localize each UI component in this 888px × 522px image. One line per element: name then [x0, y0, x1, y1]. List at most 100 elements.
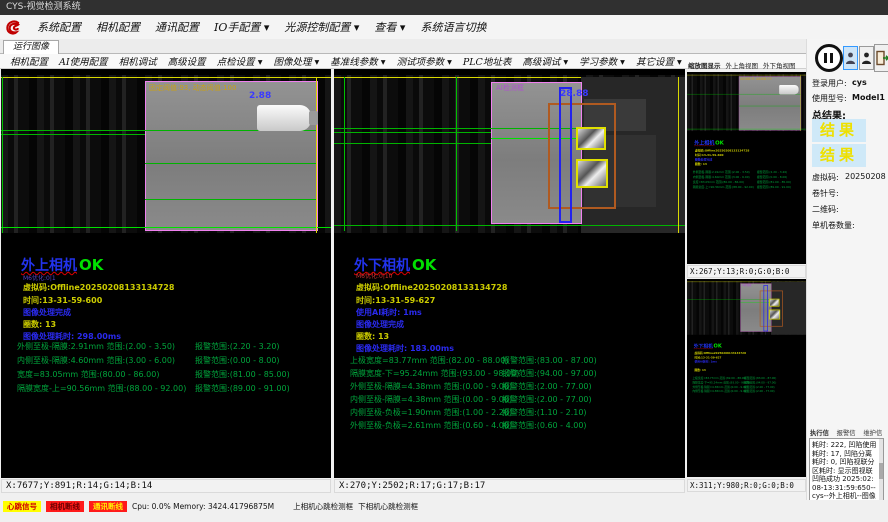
tool-advanced-debug[interactable]: 高级调试 ▾ [522, 54, 568, 68]
log-scrollbar[interactable] [879, 439, 883, 505]
pixel-coord-bar-lower: X:270;Y:2502;R:17;G:17;B:17 [334, 479, 685, 493]
overlay-green-line [2, 77, 3, 233]
preview-tab-zoom[interactable]: 缩放图显示 [688, 60, 721, 70]
measure-row: 隔膜宽度-上=90.56mm 范围:(88.00 - 92.00)报警范围:(8… [1, 383, 331, 395]
tool-ai-config[interactable]: AI使用配置 [59, 54, 108, 68]
camera-view-upper[interactable]: 固定阈值:93, 动态阈值:100 2.88 外上相机OK M6优化:0|1 虚… [1, 69, 331, 478]
window-title: CYS-视觉检测系统 [6, 2, 81, 12]
overlay-yellow-line [678, 77, 679, 233]
gripper-tip [309, 111, 318, 125]
operator-button[interactable] [859, 46, 874, 70]
ok-status: OK [412, 256, 436, 274]
camera-offline-badge: 相机断线 [46, 501, 84, 512]
menubar: 系统配置 相机配置 通讯配置 IO手配置 ▾ 光源控制配置 ▾ 查看 ▾ 系统语… [0, 15, 888, 40]
cpu-memory-text: Cpu: 0.0% Memory: 3424.41796875M [132, 502, 274, 511]
tool-advanced-settings[interactable]: 高级设置 [168, 54, 206, 68]
tool-learning-params[interactable]: 学习参数 ▾ [579, 54, 625, 68]
gripper-part [257, 105, 311, 131]
virtual-code-label: 虚拟码: [812, 172, 839, 183]
roi-blue-box [559, 87, 572, 223]
overlay-green-line [145, 163, 316, 164]
ai-box-label: AI检测框 [496, 83, 524, 93]
measure-row: 上极宽度=83.77mm 范围:(82.00 - 88.00)报警范围:(83.… [334, 355, 685, 367]
measure-row: 外侧至极-隔膜=4.38mm 范围:(0.00 - 9.00)报警范围:(2.0… [334, 381, 685, 393]
turn-count-line: 圈数: 13 [356, 331, 389, 342]
camera-subtitle: M6优化:0|10 [356, 271, 393, 280]
heartbeat-badge: 心跳信号 [3, 501, 41, 512]
preview-tabs: 缩放图显示 外上角视图 外下角视图 [688, 59, 806, 71]
ai-time-line: 使用AI耗时: 1ms [356, 307, 422, 318]
preview-lower-coord-bar: X:311;Y:980;R:0;G:0;B:0 [687, 479, 806, 492]
tool-camera-debug[interactable]: 相机调试 [119, 54, 157, 68]
titlebar: CYS-视觉检测系统 [0, 0, 888, 15]
overlay-yellow-line [316, 77, 317, 233]
tab-row: 运行图像 [0, 39, 888, 54]
needle-number-label: 卷针号: [812, 188, 839, 199]
overlay-green-line [334, 143, 491, 144]
tool-image-processing[interactable]: 图像处理 ▾ [273, 54, 319, 68]
measure-row: 宽度=83.05mm 范围:(80.00 - 86.00)报警范围:(81.00… [1, 369, 331, 381]
measure-row: 内侧至极-隔膜=4.38mm 范围:(0.00 - 9.00)报警范围:(2.0… [334, 394, 685, 406]
upper-camera-heartbeat-label: 上相机心跳检测框 [293, 501, 353, 512]
exit-door-icon [876, 50, 888, 66]
defect-yellow-box [576, 159, 608, 188]
menu-language-switch[interactable]: 系统语言切换 [420, 19, 486, 35]
defect-yellow-box [576, 127, 606, 150]
camera-image-lower[interactable]: AI检测框 28.88 [334, 75, 685, 233]
preview-lower-camera[interactable]: AI检测框 外下相机OK 虚拟码:Offline2025020813313472… [687, 279, 806, 477]
threshold-overlay-text: 固定阈值:93, 动态阈值:100 [149, 83, 236, 93]
log-box[interactable]: 耗时: 222, 凹陷使用耗时: 17, 凹陷分离耗时: 0, 凹陷视联分区耗时… [809, 438, 884, 506]
tab-run-image[interactable]: 运行图像 [3, 40, 59, 54]
tool-camera-config[interactable]: 相机配置 [10, 54, 48, 68]
app-logo-icon [5, 19, 22, 36]
app-window: CYS-视觉检测系统 系统配置 相机配置 通讯配置 IO手配置 ▾ 光源控制配置… [0, 0, 888, 522]
tool-other-settings[interactable]: 其它设置 ▾ [636, 54, 682, 68]
tool-baseline-params[interactable]: 基准线参数 ▾ [330, 54, 385, 68]
camera-name: 外上相机 [21, 258, 77, 274]
menu-light-config[interactable]: 光源控制配置 ▾ [284, 19, 359, 35]
turn-count-line: 圈数: 13 [23, 319, 56, 330]
overlay-green-line [456, 77, 457, 231]
tool-test-params[interactable]: 测试项参数 ▾ [397, 54, 452, 68]
exit-button[interactable] [874, 44, 888, 72]
measure-overlay-value: 28.88 [560, 89, 588, 99]
preview-tab-lower-angle[interactable]: 外下角视图 [763, 60, 796, 70]
tool-spot-check[interactable]: 点检设置 ▾ [217, 54, 263, 68]
measure-row: 内侧至极-隔膜:4.60mm 范围:(3.00 - 6.00)报警范围:(0.0… [1, 355, 331, 367]
login-user-value: cys [852, 78, 867, 87]
pause-button[interactable] [815, 44, 843, 72]
detected-object [145, 81, 318, 231]
log-text: 耗时: 222, 凹陷使用耗时: 17, 凹陷分离耗时: 0, 凹陷视联分区耗时… [812, 441, 876, 506]
overlay-green-line [1, 227, 331, 228]
measure-row: 隔膜宽度-下=95.24mm 范围:(93.00 - 98.00)报警范围:(9… [334, 368, 685, 380]
camera-image-upper[interactable]: 固定阈值:93, 动态阈值:100 2.88 [1, 75, 331, 233]
comm-offline-badge: 通讯断线 [89, 501, 127, 512]
menu-system-config[interactable]: 系统配置 [37, 19, 81, 35]
overlay-yellow-line [1, 77, 331, 78]
preview-tab-upper-angle[interactable]: 外上角视图 [726, 60, 759, 70]
lower-camera-heartbeat-label: 下相机心跳检测框 [358, 501, 418, 512]
overlay-green-line [334, 128, 581, 129]
login-user-button[interactable] [843, 46, 858, 70]
processing-done-line: 图像处理完成 [23, 307, 71, 318]
menu-view[interactable]: 查看 ▾ [374, 19, 405, 35]
overlay-green-line [1, 134, 145, 135]
result-box-lower: 结果 [812, 144, 866, 167]
processing-done-line: 图像处理完成 [356, 319, 404, 330]
tool-plc-table[interactable]: PLC地址表 [463, 54, 511, 68]
preview-upper-camera[interactable]: 固定阈值:93, 动态阈值:100 外上相机OK 虚拟码:Offline2025… [687, 72, 806, 264]
measure-row: 外侧至极-负极=2.61mm 范围:(0.60 - 4.00)报警范围:(0.6… [334, 420, 685, 432]
overlay-green-line [334, 132, 491, 133]
menu-comm-config[interactable]: 通讯配置 [155, 19, 199, 35]
measure-row: 内侧至极-负极=1.90mm 范围:(1.00 - 2.20)报警范围:(1.1… [334, 407, 685, 419]
model-label: 使用型号: [812, 93, 847, 104]
virtual-code-value: 20250208 [845, 172, 886, 181]
roll-count-label: 单机卷数量: [812, 220, 855, 231]
model-value: Model1 [852, 93, 885, 102]
overlay-green-line [334, 225, 685, 226]
time-line: 时间:13-31-59-600 [23, 295, 102, 306]
menu-camera-config[interactable]: 相机配置 [96, 19, 140, 35]
camera-view-lower[interactable]: AI检测框 28.88 外下相机OK M6优化:0|10 虚拟码:Offline… [334, 69, 685, 478]
menu-io-config[interactable]: IO手配置 ▾ [214, 19, 269, 35]
log-scrollbar-thumb[interactable] [879, 463, 883, 479]
